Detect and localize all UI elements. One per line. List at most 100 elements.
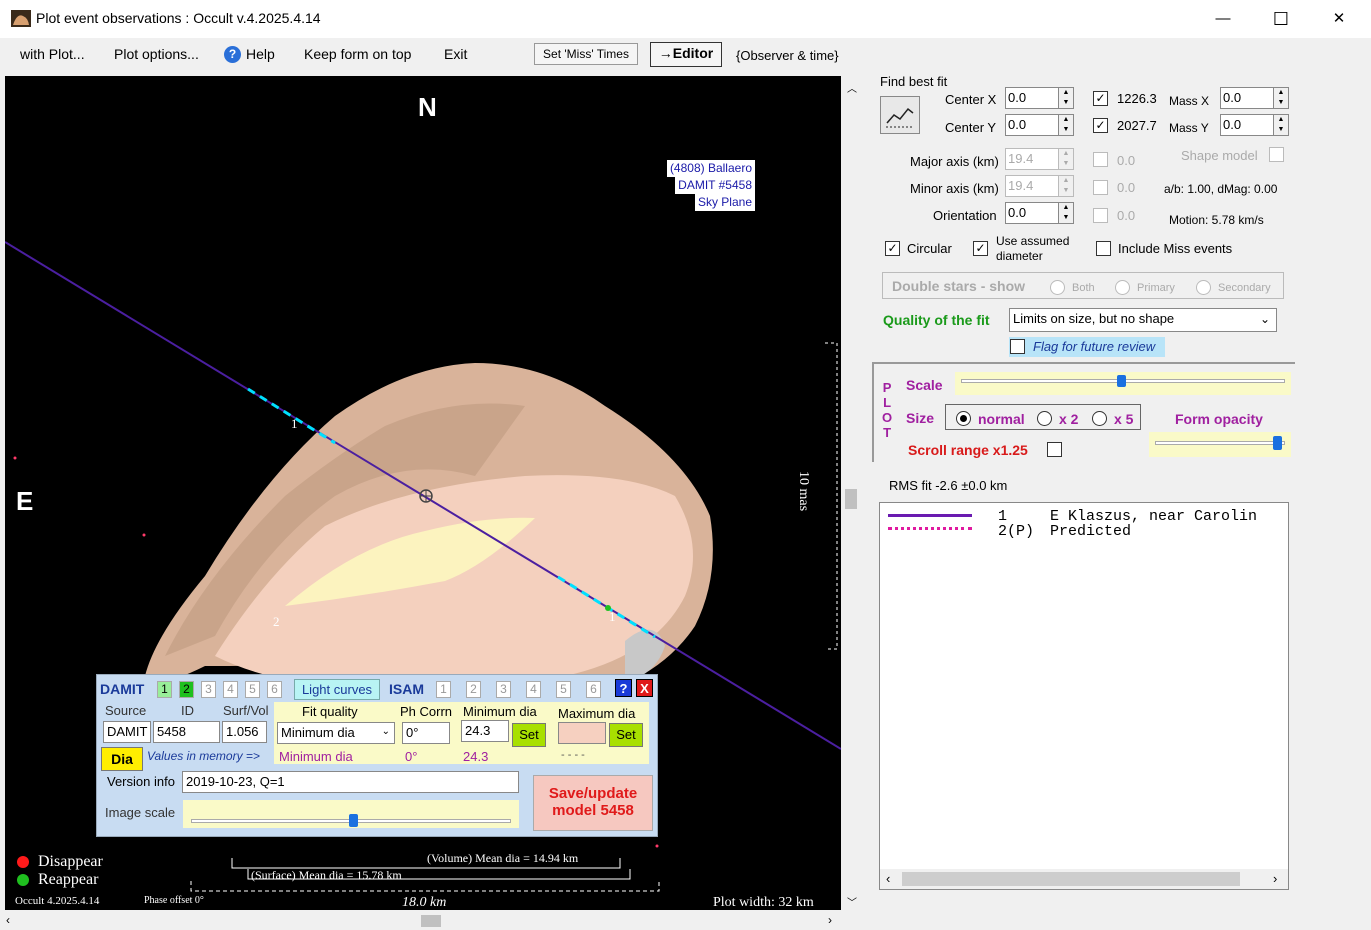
- center-y-spinner[interactable]: ▲ ▼: [1058, 114, 1074, 136]
- scroll-right-icon[interactable]: ›: [828, 913, 832, 927]
- size-x5-radio[interactable]: [1092, 411, 1107, 426]
- opacity-thumb[interactable]: [1273, 436, 1282, 450]
- orientation-field[interactable]: 0.0: [1005, 202, 1060, 224]
- image-scale-slider[interactable]: [183, 800, 519, 828]
- size-normal-radio[interactable]: [956, 411, 971, 426]
- isam-model-1[interactable]: 1: [436, 681, 451, 698]
- center-x-label: Center X: [945, 92, 997, 107]
- scale-slider[interactable]: [955, 372, 1291, 395]
- mass-x-spinner[interactable]: ▲ ▼: [1273, 87, 1289, 109]
- menu-keep-on-top[interactable]: Keep form on top: [304, 46, 411, 62]
- max-dia-field[interactable]: [558, 722, 606, 744]
- menu-help[interactable]: Help: [246, 46, 275, 62]
- major-axis-field[interactable]: 19.4: [1005, 148, 1060, 170]
- isam-model-6[interactable]: 6: [586, 681, 601, 698]
- list-item-2-name[interactable]: Predicted: [1050, 523, 1131, 540]
- damit-model-3[interactable]: 3: [201, 681, 216, 698]
- close-button[interactable]: ✕: [1310, 0, 1368, 38]
- both-radio[interactable]: [1050, 280, 1065, 295]
- major-checkbox[interactable]: [1093, 152, 1108, 167]
- scroll-right-icon[interactable]: ›: [1273, 871, 1277, 886]
- fit-quality-select[interactable]: Minimum dia ⌄: [277, 722, 395, 744]
- maximize-button[interactable]: ☐: [1252, 0, 1310, 38]
- set-max-button[interactable]: Set: [609, 723, 643, 747]
- isam-model-5[interactable]: 5: [556, 681, 571, 698]
- scroll-up-icon[interactable]: ︿: [847, 80, 857, 95]
- help-icon[interactable]: ?: [615, 679, 632, 697]
- set-miss-times-button[interactable]: Set 'Miss' Times: [534, 43, 638, 65]
- orientation-spinner[interactable]: ▲ ▼: [1058, 202, 1074, 224]
- damit-model-4[interactable]: 4: [223, 681, 238, 698]
- set-min-button[interactable]: Set: [512, 723, 546, 747]
- find-best-fit-button[interactable]: [880, 96, 920, 134]
- ph-corr-field[interactable]: 0°: [402, 722, 450, 744]
- orient-checkbox[interactable]: [1093, 208, 1108, 223]
- center-x-field[interactable]: 0.0: [1005, 87, 1060, 109]
- circular-checkbox[interactable]: ✓: [885, 241, 900, 256]
- size-x2-radio[interactable]: [1037, 411, 1052, 426]
- help-icon[interactable]: ?: [224, 46, 241, 63]
- use-assumed-line-1: Use assumed: [996, 234, 1070, 248]
- damit-model-5[interactable]: 5: [245, 681, 260, 698]
- minimize-button[interactable]: —: [1194, 0, 1252, 38]
- quality-select[interactable]: Limits on size, but no shape ⌄: [1009, 308, 1277, 332]
- min-dia-field[interactable]: 24.3: [461, 720, 509, 742]
- minor-axis-field[interactable]: 19.4: [1005, 175, 1060, 197]
- center-x-spinner[interactable]: ▲ ▼: [1058, 87, 1074, 109]
- minor-axis-spinner[interactable]: ▲ ▼: [1058, 175, 1074, 197]
- scale-thumb[interactable]: [1117, 375, 1126, 387]
- version-info-field[interactable]: 2019-10-23, Q=1: [182, 771, 519, 793]
- cb-2027-checkbox[interactable]: ✓: [1093, 118, 1108, 133]
- menu-exit[interactable]: Exit: [444, 46, 467, 62]
- list-item-2-num[interactable]: 2(P): [998, 523, 1034, 540]
- save-update-button[interactable]: Save/update model 5458: [533, 775, 653, 831]
- damit-model-6[interactable]: 6: [267, 681, 282, 698]
- light-curves-button[interactable]: Light curves: [294, 679, 380, 700]
- close-icon[interactable]: X: [636, 679, 653, 697]
- minor-checkbox[interactable]: [1093, 180, 1108, 195]
- damit-model-1[interactable]: 1: [157, 681, 172, 698]
- major-axis-spinner[interactable]: ▲ ▼: [1058, 148, 1074, 170]
- center-y-field[interactable]: 0.0: [1005, 114, 1060, 136]
- menu-plot-options[interactable]: Plot options...: [114, 46, 199, 62]
- include-miss-checkbox[interactable]: [1096, 241, 1111, 256]
- use-assumed-checkbox[interactable]: ✓: [973, 241, 988, 256]
- primary-radio[interactable]: [1115, 280, 1130, 295]
- scroll-thumb[interactable]: [845, 489, 857, 509]
- list-scroll-thumb[interactable]: [902, 872, 1240, 886]
- editor-button[interactable]: →Editor: [650, 42, 722, 67]
- surfvol-field[interactable]: 1.056: [222, 721, 267, 743]
- scroll-range-checkbox[interactable]: [1047, 442, 1062, 457]
- secondary-radio[interactable]: [1196, 280, 1211, 295]
- plot-horizontal-scrollbar[interactable]: ‹ ›: [0, 912, 843, 930]
- form-opacity-slider[interactable]: [1149, 432, 1291, 457]
- id-field[interactable]: 5458: [153, 721, 220, 743]
- dia-button[interactable]: Dia: [101, 747, 143, 771]
- isam-model-3[interactable]: 3: [496, 681, 511, 698]
- observer-time-label: {Observer & time}: [736, 48, 839, 63]
- scroll-thumb-h[interactable]: [421, 915, 441, 927]
- shape-model-checkbox[interactable]: [1269, 147, 1284, 162]
- cb-1226-checkbox[interactable]: ✓: [1093, 91, 1108, 106]
- scroll-left-icon[interactable]: ‹: [886, 871, 890, 886]
- id-label: ID: [181, 703, 194, 718]
- mass-x-field[interactable]: 0.0: [1220, 87, 1275, 109]
- damit-model-2[interactable]: 2: [179, 681, 194, 698]
- scale-label: Scale: [906, 377, 943, 393]
- observer-list[interactable]: 1 E Klaszus, near Carolin 2(P) Predicted…: [879, 502, 1289, 890]
- scroll-left-icon[interactable]: ‹: [6, 913, 10, 927]
- isam-model-4[interactable]: 4: [526, 681, 541, 698]
- plot-vertical-scrollbar[interactable]: ︿ ﹀: [843, 76, 860, 912]
- source-label: Source: [105, 703, 147, 718]
- red-dot: [13, 456, 17, 460]
- mass-y-field[interactable]: 0.0: [1220, 114, 1275, 136]
- menu-with-plot[interactable]: with Plot...: [20, 46, 85, 62]
- mass-y-spinner[interactable]: ▲ ▼: [1273, 114, 1289, 136]
- source-field[interactable]: DAMIT: [103, 721, 151, 743]
- surface-dia-label: (Surface) Mean dia = 15.78 km: [251, 868, 402, 882]
- flag-review-checkbox[interactable]: [1010, 339, 1025, 354]
- slider-thumb[interactable]: [349, 814, 358, 827]
- isam-model-2[interactable]: 2: [466, 681, 481, 698]
- list-horizontal-scrollbar[interactable]: ‹ ›: [880, 869, 1288, 889]
- scroll-down-icon[interactable]: ﹀: [847, 894, 857, 909]
